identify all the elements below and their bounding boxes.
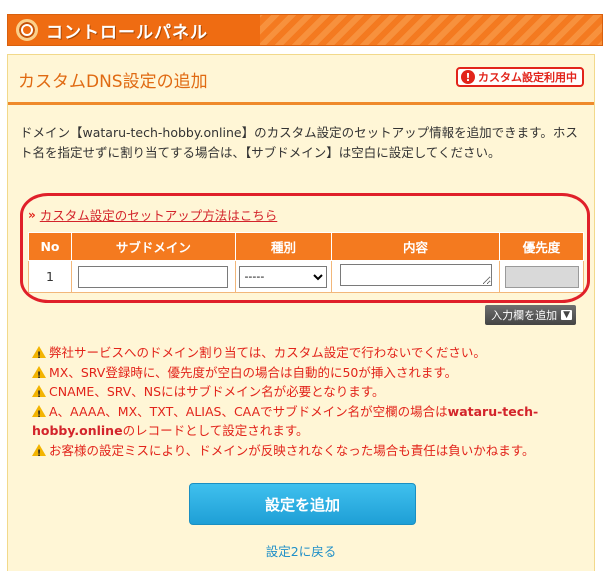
add-setting-button[interactable]: 設定を追加 (189, 483, 416, 525)
gear-icon (16, 19, 38, 41)
status-badge-label: カスタム設定利用中 (478, 71, 577, 84)
priority-input[interactable] (504, 265, 579, 288)
type-cell: ----- (234, 260, 333, 293)
status-badge: ! カスタム設定利用中 (456, 67, 584, 87)
notes-list: 弊社サービスへのドメイン割り当ては、カスタム設定で行わないでください。 MX、S… (32, 343, 582, 464)
description-text: ドメイン【wataru-tech-hobby.online】のカスタム設定のセッ… (20, 125, 578, 160)
warning-icon (32, 346, 46, 367)
warning-icon (32, 404, 46, 425)
note-item: A、AAAA、MX、TXT、ALIAS、CAAでサブドメイン名が空欄の場合はwa… (32, 402, 582, 441)
subdomain-input[interactable] (78, 265, 229, 288)
setup-help-link[interactable]: カスタム設定のセットアップ方法はこちら (40, 205, 278, 224)
content-textarea[interactable] (339, 264, 492, 286)
header-title-block: コントロールパネル (8, 15, 260, 45)
add-row-button-label: 入力欄を追加 (491, 309, 558, 322)
record-type-select[interactable]: ----- (239, 265, 328, 288)
control-panel-header: コントロールパネル (7, 14, 603, 46)
dns-record-table: No サブドメイン 種別 内容 優先度 1 ----- (28, 232, 584, 293)
page-title: カスタムDNS設定の追加 (18, 72, 208, 92)
priority-cell (499, 260, 584, 293)
caret-down-icon: ▼ (561, 310, 572, 320)
content-cell (331, 260, 500, 293)
header-title: コントロールパネル (46, 22, 208, 43)
back-to-settings-link[interactable]: 設定2に戻る (8, 541, 594, 560)
alert-icon: ! (461, 70, 475, 84)
double-chevron-right-icon: » (28, 207, 36, 222)
add-row-button[interactable]: 入力欄を追加 ▼ (485, 305, 576, 325)
warning-icon (32, 365, 46, 386)
row-number: 1 (28, 260, 72, 293)
column-header-type: 種別 (234, 232, 333, 261)
column-header-content: 内容 (331, 232, 500, 261)
note-item: MX、SRV登録時に、優先度が空白の場合は自動的に50が挿入されます。 (32, 363, 582, 386)
column-header-priority: 優先度 (499, 232, 584, 261)
table-row: 1 ----- (28, 260, 584, 293)
column-header-no: No (28, 232, 72, 261)
custom-dns-panel: カスタムDNS設定の追加 ! カスタム設定利用中 ドメイン【wataru-tec… (7, 54, 595, 571)
note-item: 弊社サービスへのドメイン割り当ては、カスタム設定で行わないでください。 (32, 343, 582, 367)
column-header-subdomain: サブドメイン (71, 232, 236, 261)
note-item: CNAME、SRV、NSにはサブドメイン名が必要となります。 (32, 382, 582, 406)
help-link-row: » カスタム設定のセットアップ方法はこちら (28, 205, 277, 224)
subdomain-cell (71, 260, 236, 293)
note-item: お客様の設定ミスにより、ドメインが反映されなくなった場合も責任は負いかねます。 (32, 441, 582, 464)
panel-header: カスタムDNS設定の追加 ! カスタム設定利用中 (8, 55, 594, 105)
warning-icon (32, 443, 46, 464)
warning-icon (32, 385, 46, 406)
